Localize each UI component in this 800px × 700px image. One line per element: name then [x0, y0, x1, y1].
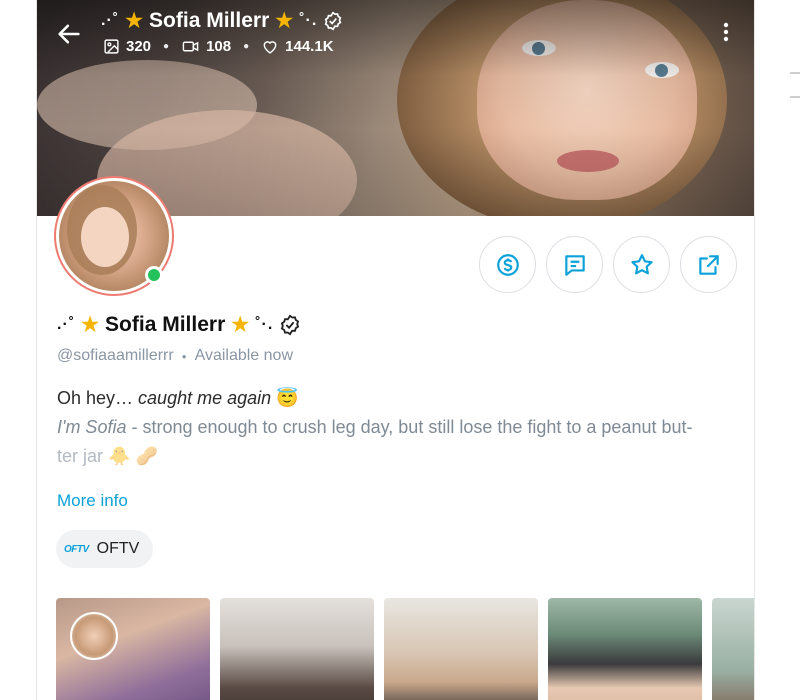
media-thumbnail[interactable] — [384, 598, 538, 700]
handle-row: @sofiaaamillerrr ● Available now — [57, 347, 293, 364]
star-emoji-icon: ★ — [81, 314, 100, 336]
verified-badge-icon — [324, 10, 342, 31]
scroll-hint — [790, 96, 800, 98]
name-prefix: .·˚ — [57, 315, 76, 333]
more-info-link[interactable]: More info — [57, 491, 128, 511]
media-thumbnail[interactable] — [712, 598, 754, 700]
media-thumbnail[interactable] — [56, 598, 210, 700]
header-stats: 320 ● 108 ● 144.1K — [103, 38, 334, 55]
availability-status: Available now — [194, 347, 293, 364]
star-icon — [630, 253, 653, 274]
tip-button[interactable] — [479, 236, 536, 293]
profile-page: .·˚ ★ Sofia Millerr ★ ˚·. 320 ● 108 ● 14… — [36, 0, 755, 700]
dollar-icon — [496, 253, 519, 276]
more-options-button[interactable] — [721, 20, 739, 48]
back-button[interactable] — [55, 20, 83, 48]
bio-line-3: ter jar 🐥 🥜 — [57, 446, 158, 466]
oftv-label: OFTV — [96, 540, 140, 557]
cover-topbar: .·˚ ★ Sofia Millerr ★ ˚·. 320 ● 108 ● 14… — [37, 0, 754, 70]
bio: Oh hey… caught me again 😇 I'm Sofia - st… — [57, 384, 747, 471]
scroll-hint — [790, 72, 800, 74]
oftv-logo-icon: OFTV — [64, 543, 89, 555]
online-status-dot — [145, 266, 163, 284]
image-icon — [104, 39, 119, 54]
vertical-dots-icon — [723, 22, 729, 42]
chick-peanut-emoji-icon: 🐥 🥜 — [108, 446, 158, 466]
likes-stat: 144.1K — [261, 38, 334, 55]
photos-count: 320 — [126, 38, 152, 55]
message-icon — [564, 254, 585, 276]
title-prefix: .·˚ — [101, 11, 120, 29]
media-thumbnails — [56, 598, 754, 700]
profile-actions — [479, 236, 737, 293]
title-suffix: ˚·. — [299, 11, 318, 29]
share-icon — [698, 254, 719, 275]
videos-stat: 108 — [181, 38, 231, 55]
star-emoji-icon: ★ — [231, 314, 250, 336]
likes-count: 144.1K — [285, 38, 334, 55]
photos-stat: 320 — [103, 38, 151, 55]
star-emoji-icon: ★ — [275, 10, 294, 32]
arrow-left-icon — [58, 24, 80, 44]
header-title: .·˚ ★ Sofia Millerr ★ ˚·. — [101, 8, 343, 33]
oftv-chip[interactable]: OFTV OFTV — [56, 530, 154, 568]
story-avatar — [70, 612, 118, 660]
bio-line-1: Oh hey… caught me again 😇 — [57, 388, 299, 408]
message-button[interactable] — [546, 236, 603, 293]
name-suffix: ˚·. — [255, 315, 274, 333]
header-name: Sofia Millerr — [149, 8, 270, 32]
bio-line-2: I'm Sofia - strong enough to crush leg d… — [57, 417, 693, 437]
share-button[interactable] — [680, 236, 737, 293]
angel-emoji-icon: 😇 — [276, 388, 299, 408]
display-name: Sofia Millerr — [105, 312, 226, 336]
videos-count: 108 — [206, 38, 232, 55]
heart-icon — [263, 41, 277, 54]
video-icon — [182, 41, 199, 52]
profile-name: .·˚ ★ Sofia Millerr ★ ˚·. — [57, 312, 301, 337]
star-emoji-icon: ★ — [125, 10, 144, 32]
username: @sofiaaamillerrr — [57, 347, 174, 364]
media-thumbnail[interactable] — [548, 598, 702, 700]
verified-badge-icon — [281, 314, 300, 335]
media-thumbnail[interactable] — [220, 598, 374, 700]
favorite-button[interactable] — [613, 236, 670, 293]
